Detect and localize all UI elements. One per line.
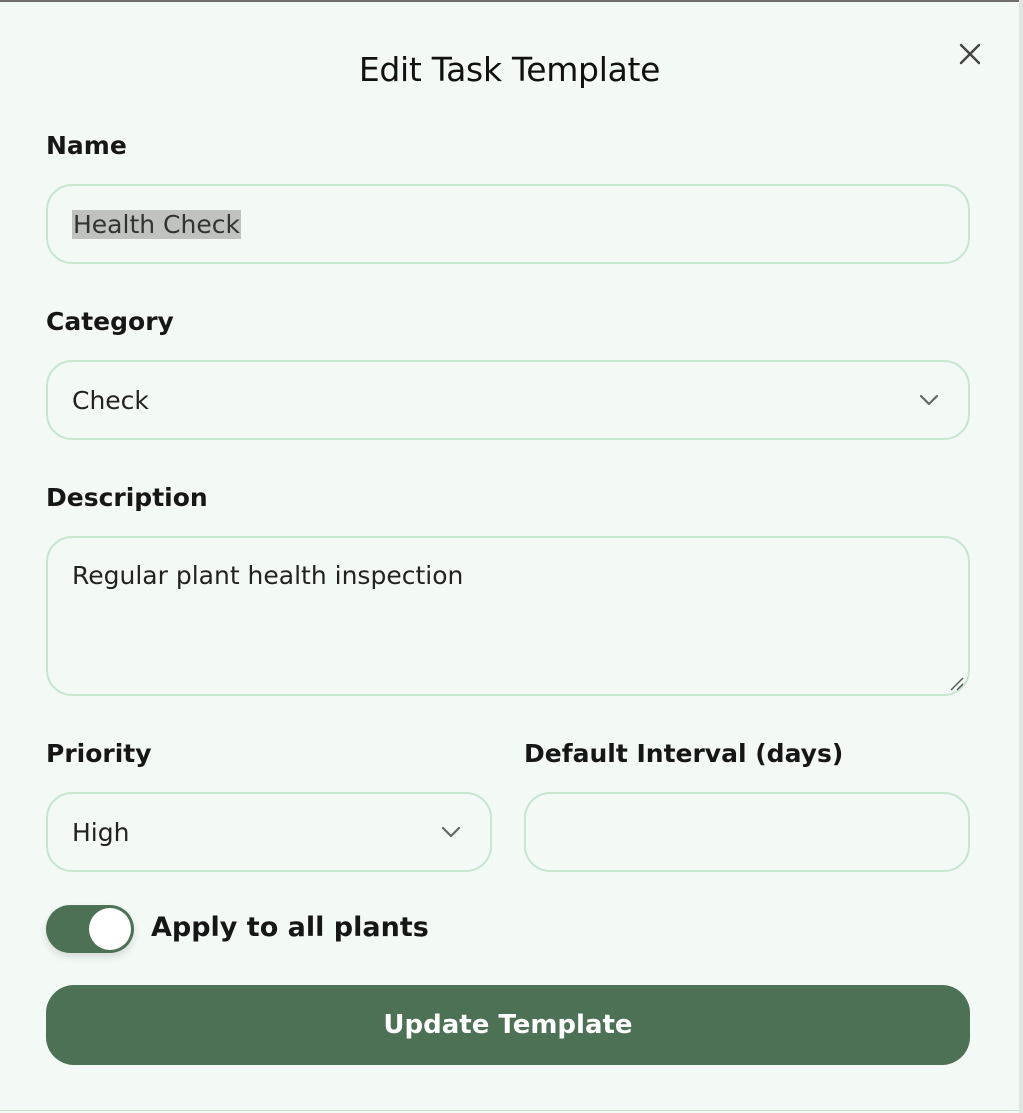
apply-all-toggle[interactable] <box>46 905 134 953</box>
dialog-title: Edit Task Template <box>358 50 661 89</box>
priority-select[interactable]: High <box>46 792 492 872</box>
name-input-value: Health Check <box>72 209 241 239</box>
apply-all-label: Apply to all plants <box>151 912 429 943</box>
description-textarea[interactable]: Regular plant health inspection <box>46 536 970 696</box>
toggle-knob <box>89 908 131 950</box>
name-input[interactable]: Health Check <box>46 184 970 264</box>
description-label: Description <box>46 483 208 512</box>
description-textarea-value: Regular plant health inspection <box>72 561 464 590</box>
chevron-down-icon <box>441 826 461 838</box>
update-template-button[interactable]: Update Template <box>46 985 970 1065</box>
category-select-value: Check <box>72 385 149 415</box>
resize-grip-icon[interactable] <box>948 675 964 691</box>
edit-task-template-dialog: Edit Task Template Name Health Check Cat… <box>0 2 1019 1111</box>
category-label: Category <box>46 307 174 336</box>
name-label: Name <box>46 131 127 160</box>
backdrop-edge-right <box>1019 0 1023 1113</box>
chevron-down-icon <box>919 394 939 406</box>
priority-label: Priority <box>46 739 152 768</box>
priority-select-value: High <box>72 817 130 847</box>
interval-label: Default Interval (days) <box>524 739 844 768</box>
category-select[interactable]: Check <box>46 360 970 440</box>
interval-input[interactable] <box>524 792 970 872</box>
